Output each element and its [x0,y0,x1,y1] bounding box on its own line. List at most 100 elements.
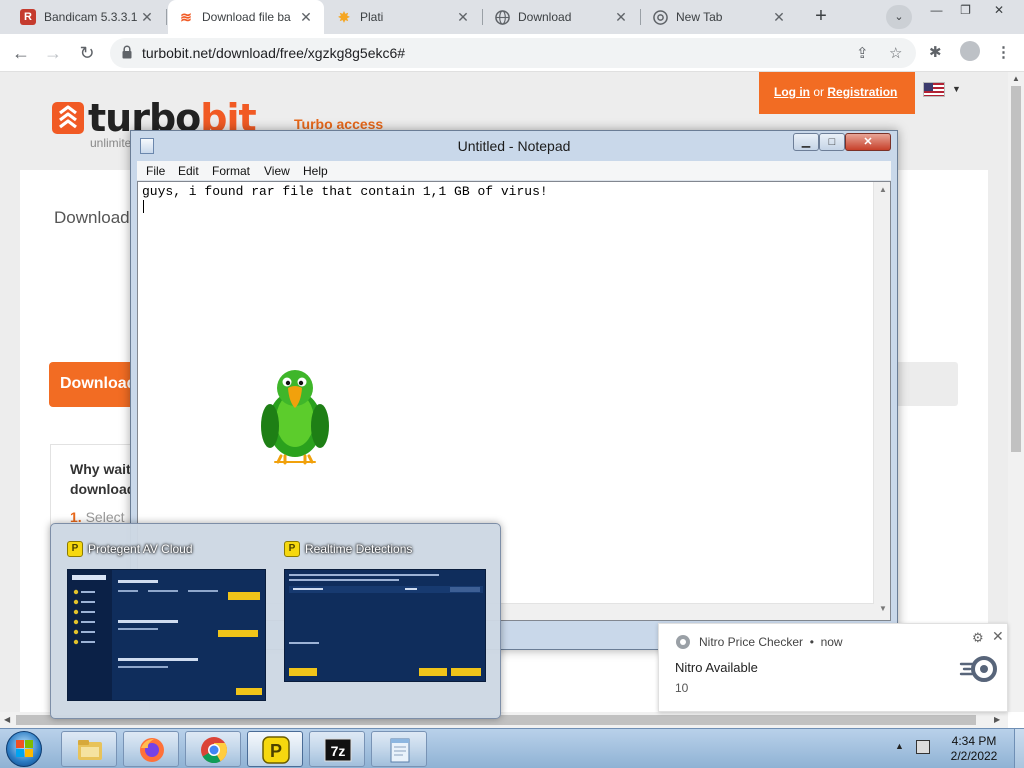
profile-avatar-icon[interactable] [960,41,980,61]
close-tab-icon[interactable]: ✕ [455,9,471,26]
chrome-icon [676,635,690,649]
tab-title: Download [518,10,572,24]
notepad-vertical-scrollbar[interactable]: ▲ ▼ [873,182,890,620]
menu-view[interactable]: View [264,164,290,178]
close-tab-icon[interactable]: ✕ [298,9,314,26]
folder-icon [78,740,102,760]
tray-overflow-icon[interactable]: ▲ [895,741,904,751]
address-bar[interactable]: turbobit.net/download/free/xgzkg8g5ekc6#… [110,38,916,68]
svg-text:7z: 7z [331,743,346,759]
thumbnail-realtime-detections[interactable]: P Realtime Detections [284,536,487,711]
tab-bandicam[interactable]: R Bandicam 5.3.3.1 ✕ [10,0,165,34]
protegent-icon: P [67,540,83,557]
why-wait-title: Why wait download [70,459,135,499]
notification-body: 10 [675,681,689,695]
registration-link[interactable]: Registration [827,85,897,99]
menu-edit[interactable]: Edit [178,164,199,178]
page-vscroll-thumb[interactable] [1011,86,1021,452]
network-icon[interactable] [916,740,930,754]
plati-icon: ✸ [338,8,350,25]
language-caret-icon[interactable]: ▼ [952,84,961,94]
taskbar-firefox[interactable] [123,731,179,767]
notepad-content: guys, i found rar file that contain 1,1 … [142,184,548,199]
tab-plati[interactable]: ✸ Plati ✕ [326,0,481,34]
protegent-icon: P [262,736,290,764]
notification-time: now [820,635,843,649]
chrome-notification[interactable]: Nitro Price Checker • now ⚙ ✕ Nitro Avai… [658,623,1008,712]
taskbar-7zip[interactable]: 7z [309,731,365,767]
close-icon[interactable]: ✕ [992,628,1004,645]
reload-icon[interactable]: ↻ [74,40,100,66]
taskbar-thumbnail-popup: P Protegent AV Cloud P Realtime Detectio… [50,523,501,719]
close-tab-icon[interactable]: ✕ [771,9,787,26]
notepad-menubar: File Edit Format View Help [137,161,891,181]
login-link[interactable]: Log in [774,85,810,99]
browser-toolbar: ← → ↻ turbobit.net/download/free/xgzkg8g… [0,34,1024,72]
notepad-titlebar[interactable]: Untitled - Notepad ▁ □ ✕ [131,131,897,161]
tab-new-tab[interactable]: New Tab ✕ [642,0,797,34]
login-register-box: Log in or Registration [759,72,915,114]
thumbnail-preview [67,569,266,701]
turbobit-icon: ≋ [180,8,192,25]
tab-download[interactable]: Download ✕ [484,0,639,34]
scroll-left-icon[interactable]: ◀ [4,715,10,724]
globe-icon [494,9,510,25]
nitro-logo-icon [959,656,997,682]
close-window-icon[interactable]: ✕ [982,0,1016,20]
windows-logo-icon [16,740,34,758]
why-wait-line2: download [70,481,136,497]
forward-icon[interactable]: → [40,40,66,66]
tab-search-button[interactable]: ⌄ [886,5,912,29]
extensions-icon[interactable]: ✱ [929,43,942,61]
taskbar-protegent[interactable]: P [247,731,303,767]
scroll-right-icon[interactable]: ▶ [994,715,1000,724]
taskbar-file-explorer[interactable] [61,731,117,767]
new-tab-button[interactable]: + [808,5,834,29]
scroll-up-icon[interactable]: ▲ [879,185,887,194]
menu-kebab-icon[interactable]: ⋮ [996,43,1011,61]
system-clock[interactable]: 4:34 PM 2/2/2022 [944,734,1004,764]
close-tab-icon[interactable]: ✕ [613,9,629,26]
notepad-icon [390,738,410,763]
why-wait-line1: Why wait [70,461,131,477]
thumbnail-header: P Realtime Detections [284,540,412,560]
text-caret [143,200,144,213]
menu-format[interactable]: Format [212,164,250,178]
lock-icon[interactable] [122,45,132,59]
thumbnail-label: Realtime Detections [305,541,413,556]
notepad-close-button[interactable]: ✕ [845,133,891,151]
tab-title: New Tab [676,10,723,24]
gear-icon[interactable]: ⚙ [972,630,984,646]
close-tab-icon[interactable]: ✕ [139,9,155,26]
chrome-icon [201,737,228,764]
url-text: turbobit.net/download/free/xgzkg8g5ekc6# [142,45,406,61]
notepad-minimize-button[interactable]: ▁ [793,133,819,151]
notepad-maximize-button[interactable]: □ [819,133,845,151]
scroll-up-icon[interactable]: ▲ [1012,74,1020,83]
thumbnail-protegent-av-cloud[interactable]: P Protegent AV Cloud [67,536,267,711]
tab-turbobit[interactable]: ≋ Download file ba ✕ [168,0,324,34]
bookmark-star-icon[interactable]: ☆ [889,44,902,62]
windows-taskbar: P 7z ▲ 4:34 PM 2/2/2022 [0,728,1024,768]
protegent-icon: P [284,540,300,557]
download-button[interactable]: Download [49,362,139,407]
page-vertical-scrollbar[interactable]: ▲ [1008,72,1024,712]
restore-icon[interactable]: ❐ [950,0,981,20]
back-icon[interactable]: ← [8,40,34,66]
parrot-image [261,370,329,465]
start-button[interactable] [6,731,42,767]
bandicam-icon: R [20,9,36,25]
scroll-down-icon[interactable]: ▼ [879,604,887,613]
download-heading: Download [54,208,130,227]
turbobit-logo-icon [52,102,84,134]
taskbar-chrome[interactable] [185,731,241,767]
login-or-text: or [813,85,825,99]
menu-file[interactable]: File [146,164,165,178]
taskbar-notepad[interactable] [371,731,427,767]
language-flag-icon[interactable] [923,82,945,97]
share-icon[interactable]: ⇪ [856,44,869,62]
menu-help[interactable]: Help [303,164,328,178]
show-desktop-button[interactable] [1014,729,1024,768]
thumbnail-label: Protegent AV Cloud [88,541,193,556]
minimize-icon[interactable]: — [921,0,952,20]
